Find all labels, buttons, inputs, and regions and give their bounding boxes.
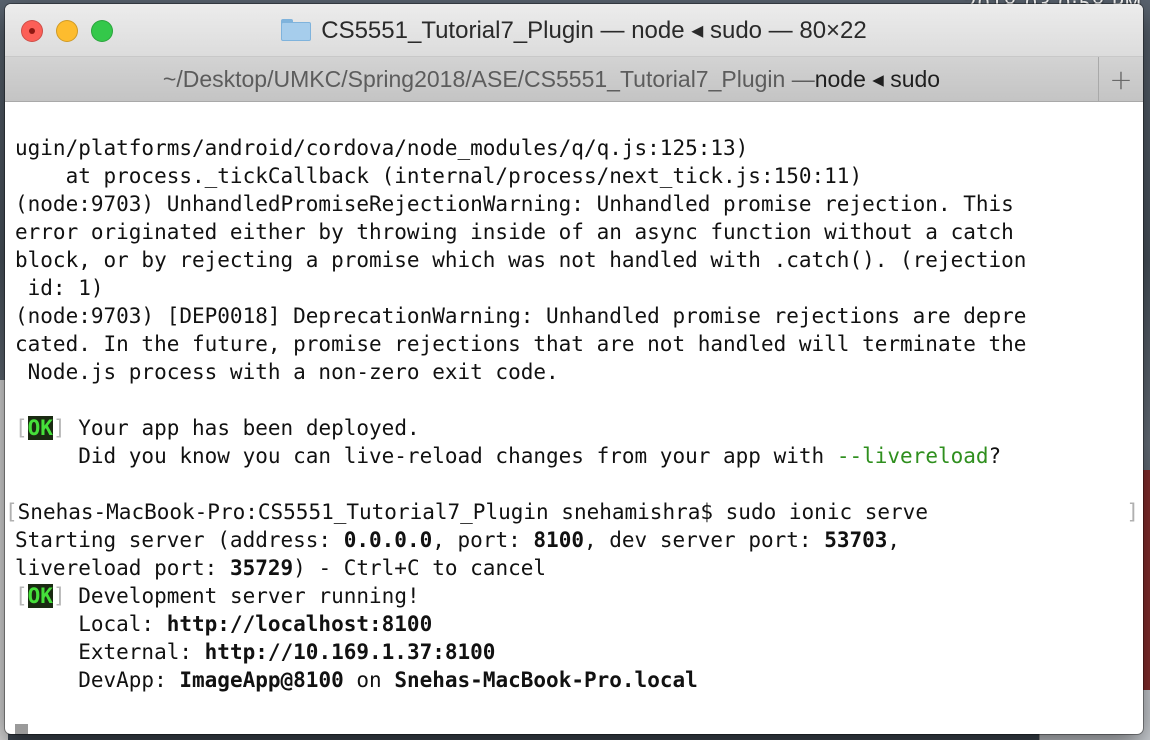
prompt-line: [Snehas-MacBook-Pro:CS5551_Tutorial7_Plu… — [5, 498, 1139, 526]
devapp-label: DevApp: — [15, 668, 180, 692]
server-text: , — [887, 528, 901, 552]
ok-bracket-close: ] — [52, 416, 66, 440]
local-label: Local: — [15, 612, 167, 636]
text-cursor — [15, 724, 28, 734]
output-line: [OK] Your app has been deployed. — [15, 414, 1133, 442]
window-titlebar[interactable]: CS5551_Tutorial7_Plugin — node ◂ sudo — … — [5, 4, 1143, 57]
folder-icon — [281, 19, 312, 41]
dev-running-message: Development server running! — [65, 584, 420, 608]
cursor-line[interactable] — [15, 722, 1133, 734]
output-line: at process._tickCallback (internal/proce… — [15, 164, 863, 188]
new-tab-button[interactable]: + — [1098, 57, 1143, 101]
livereload-text: ) - Ctrl+C to cancel — [293, 556, 547, 580]
devapp-host: Snehas-MacBook-Pro.local — [394, 668, 698, 692]
dev-server-port: 53703 — [824, 528, 888, 552]
local-url[interactable]: http://localhost:8100 — [167, 612, 433, 636]
output-line: error originated either by throwing insi… — [15, 220, 1014, 244]
terminal-window: CS5551_Tutorial7_Plugin — node ◂ sudo — … — [5, 4, 1143, 734]
output-line: livereload port: 35729) - Ctrl+C to canc… — [15, 554, 1133, 582]
deployed-message: Your app has been deployed. — [65, 416, 420, 440]
server-text: Starting server (address: — [15, 528, 344, 552]
devapp-name: ImageApp@8100 — [179, 668, 344, 692]
history-marker-close: ] — [1126, 500, 1139, 524]
server-port: 8100 — [533, 528, 584, 552]
output-line: [OK] Development server running! — [15, 582, 1133, 610]
plus-icon: + — [1109, 62, 1133, 96]
ok-bracket-open: [ — [15, 584, 28, 608]
tab-bar: ~/Desktop/UMKC/Spring2018/ASE/CS5551_Tut… — [5, 57, 1143, 102]
history-marker-open: [ — [5, 500, 18, 524]
window-title: CS5551_Tutorial7_Plugin — node ◂ sudo — … — [5, 4, 1143, 56]
livereload-port: 35729 — [229, 556, 294, 580]
livereload-flag: --livereload — [836, 444, 989, 468]
output-line: (node:9703) [DEP0018] DeprecationWarning… — [15, 304, 1027, 328]
output-line: External: http://10.169.1.37:8100 — [15, 638, 1133, 666]
output-line: cated. In the future, promise rejections… — [15, 332, 1027, 356]
server-text: , dev server port: — [583, 528, 825, 552]
livereload-text: livereload port: — [15, 556, 230, 580]
output-line: Local: http://localhost:8100 — [15, 610, 1133, 638]
ok-bracket-open: [ — [15, 416, 28, 440]
prompt-command: Snehas-MacBook-Pro:CS5551_Tutorial7_Plug… — [17, 500, 928, 524]
ok-badge: OK — [27, 416, 53, 440]
output-line: Node.js process with a non-zero exit cod… — [15, 360, 559, 384]
output-line: ugin/platforms/android/cordova/node_modu… — [15, 136, 749, 160]
livereload-hint-end: ? — [988, 444, 1002, 468]
external-label: External: — [15, 640, 205, 664]
ok-bracket-close: ] — [52, 584, 66, 608]
window-title-text: CS5551_Tutorial7_Plugin — node ◂ sudo — … — [321, 16, 867, 44]
output-line: block, or by rejecting a promise which w… — [15, 248, 1027, 272]
output-line: (node:9703) UnhandledPromiseRejectionWar… — [15, 192, 1014, 216]
output-line: DevApp: ImageApp@8100 on Snehas-MacBook-… — [15, 666, 1133, 694]
tab-current[interactable]: ~/Desktop/UMKC/Spring2018/ASE/CS5551_Tut… — [5, 57, 1098, 101]
ok-badge: OK — [27, 584, 53, 608]
tab-process: node ◂ sudo — [814, 65, 941, 92]
output-line: Did you know you can live-reload changes… — [15, 442, 1133, 470]
tab-path: ~/Desktop/UMKC/Spring2018/ASE/CS5551_Tut… — [162, 65, 815, 92]
livereload-hint: Did you know you can live-reload changes… — [15, 444, 837, 468]
terminal-output[interactable]: ugin/platforms/android/cordova/node_modu… — [5, 102, 1143, 734]
server-text: , port: — [432, 528, 534, 552]
external-url[interactable]: http://10.169.1.37:8100 — [205, 640, 496, 664]
devapp-text: on — [343, 668, 395, 692]
output-line: Starting server (address: 0.0.0.0, port:… — [15, 526, 1133, 554]
server-address: 0.0.0.0 — [343, 528, 433, 552]
output-line: id: 1) — [15, 276, 104, 300]
